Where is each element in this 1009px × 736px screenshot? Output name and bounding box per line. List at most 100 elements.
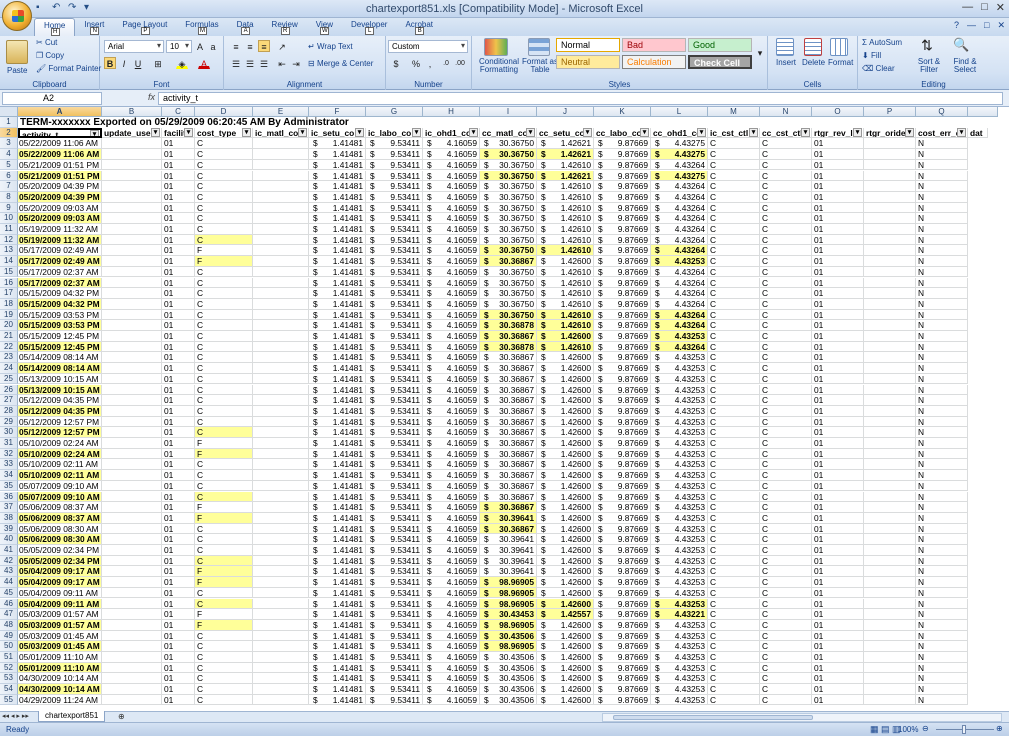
cost-value-cell[interactable]: 4.43253 $ xyxy=(651,384,708,396)
activity-date-cell[interactable]: 05/06/2009 08:37 AM xyxy=(18,512,102,524)
facility-cell[interactable]: 01 xyxy=(162,555,195,567)
cc-cst-ctl-cell[interactable]: C xyxy=(760,470,812,481)
ic-cst-ctl-cell[interactable]: C xyxy=(708,523,760,535)
row-header[interactable]: 22 xyxy=(0,341,18,353)
cost-value-cell[interactable]: 9.87669 $ xyxy=(594,598,651,610)
row-header[interactable]: 47 xyxy=(0,609,18,620)
cost-value-cell[interactable]: 4.43275 $ xyxy=(651,138,708,150)
cost-value-cell[interactable]: 4.16059 $ xyxy=(423,555,480,567)
rtgr-oride-cell[interactable] xyxy=(864,694,916,706)
cost-value-cell[interactable]: 1.42600 $ xyxy=(537,630,594,642)
qat-dropdown-icon[interactable]: ▾ xyxy=(84,2,96,14)
column-filter-header[interactable]: cost_err_c ▾ xyxy=(916,127,968,139)
activity-date-cell[interactable]: 05/04/2009 09:11 AM xyxy=(18,587,102,599)
cc-cst-ctl-cell[interactable]: C xyxy=(760,609,812,620)
cc-cst-ctl-cell[interactable]: C xyxy=(760,480,812,492)
facility-cell[interactable]: 01 xyxy=(162,288,195,299)
cc-cst-ctl-cell[interactable]: C xyxy=(760,288,812,299)
facility-cell[interactable]: 01 xyxy=(162,427,195,438)
zoom-slider-thumb[interactable] xyxy=(962,725,966,734)
cost-value-cell[interactable]: 9.53411 $ xyxy=(366,170,423,182)
font-name-combo[interactable]: Arial xyxy=(104,40,164,53)
column-filter-header[interactable]: activity_t ▾ xyxy=(18,127,102,139)
ic-cst-ctl-cell[interactable]: C xyxy=(708,191,760,203)
rtgr-oride-cell[interactable] xyxy=(864,149,916,160)
column-header-b[interactable]: B xyxy=(102,107,162,117)
ic-matl-cell[interactable] xyxy=(253,277,309,289)
cost-value-cell[interactable]: 9.87669 $ xyxy=(594,545,651,556)
filter-dropdown-icon[interactable]: ▾ xyxy=(526,127,535,137)
cost-value-cell[interactable]: 4.43264 $ xyxy=(651,277,708,289)
rtgr-oride-cell[interactable] xyxy=(864,245,916,257)
cost-err-cell[interactable]: N xyxy=(916,138,968,150)
ic-matl-cell[interactable] xyxy=(253,256,309,267)
column-header-k[interactable]: K xyxy=(594,107,651,117)
cost-err-cell[interactable]: N xyxy=(916,405,968,417)
update-user-cell[interactable] xyxy=(102,320,162,331)
cost-value-cell[interactable]: 1.41481 $ xyxy=(309,159,366,171)
row-header[interactable]: 5 xyxy=(0,159,18,171)
cost-value-cell[interactable]: 1.42600 $ xyxy=(537,694,594,706)
cost-value-cell[interactable]: 1.41481 $ xyxy=(309,373,366,385)
cut-button[interactable]: ✂ Cut xyxy=(36,38,57,47)
cost-type-cell[interactable]: C xyxy=(195,149,253,160)
cc-cst-ctl-cell[interactable]: C xyxy=(760,202,812,214)
rtgr-oride-cell[interactable] xyxy=(864,512,916,524)
name-box[interactable]: A2 xyxy=(2,92,102,105)
cost-value-cell[interactable]: 4.16059 $ xyxy=(423,502,480,513)
cost-value-cell[interactable]: 9.53411 $ xyxy=(366,159,423,171)
rtgr-rev-cell[interactable]: 01 xyxy=(812,309,864,321)
cost-value-cell[interactable]: 4.16059 $ xyxy=(423,363,480,374)
cc-cst-ctl-cell[interactable]: C xyxy=(760,619,812,631)
cost-value-cell[interactable]: 4.16059 $ xyxy=(423,512,480,524)
cost-value-cell[interactable]: 30.36750 $ xyxy=(480,149,537,160)
column-header-a[interactable]: A xyxy=(18,107,102,117)
cost-type-cell[interactable]: C xyxy=(195,213,253,224)
cost-value-cell[interactable]: 4.16059 $ xyxy=(423,213,480,224)
rtgr-rev-cell[interactable]: 01 xyxy=(812,245,864,257)
ic-cst-ctl-cell[interactable]: C xyxy=(708,673,760,685)
ic-cst-ctl-cell[interactable]: C xyxy=(708,566,760,578)
cost-value-cell[interactable]: 30.36867 $ xyxy=(480,523,537,535)
cost-value-cell[interactable]: 9.53411 $ xyxy=(366,277,423,289)
ic-matl-cell[interactable] xyxy=(253,523,309,535)
cost-value-cell[interactable]: 9.53411 $ xyxy=(366,587,423,599)
activity-date-cell[interactable]: 05/05/2009 02:34 PM xyxy=(18,555,102,567)
cost-err-cell[interactable]: N xyxy=(916,577,968,588)
cost-value-cell[interactable]: 4.43264 $ xyxy=(651,266,708,278)
activity-date-cell[interactable]: 04/30/2009 10:14 AM xyxy=(18,684,102,695)
update-user-cell[interactable] xyxy=(102,277,162,289)
rtgr-oride-cell[interactable] xyxy=(864,288,916,299)
ic-matl-cell[interactable] xyxy=(253,309,309,321)
ic-cst-ctl-cell[interactable]: C xyxy=(708,427,760,438)
activity-date-cell[interactable]: 05/15/2009 04:32 PM xyxy=(18,298,102,310)
ic-matl-cell[interactable] xyxy=(253,502,309,513)
new-sheet-icon[interactable]: ⊕ xyxy=(118,712,125,721)
cost-err-cell[interactable]: N xyxy=(916,213,968,224)
cost-value-cell[interactable]: 30.36867 $ xyxy=(480,384,537,396)
cost-value-cell[interactable]: 9.87669 $ xyxy=(594,480,651,492)
rtgr-oride-cell[interactable] xyxy=(864,673,916,685)
rtgr-oride-cell[interactable] xyxy=(864,138,916,150)
filter-dropdown-icon[interactable]: ▾ xyxy=(640,127,649,137)
cost-type-cell[interactable]: C xyxy=(195,459,253,471)
align-center-icon[interactable]: ☰ xyxy=(244,57,256,69)
cost-type-cell[interactable]: C xyxy=(195,363,253,374)
rtgr-oride-cell[interactable] xyxy=(864,502,916,513)
cost-value-cell[interactable]: 4.16059 $ xyxy=(423,159,480,171)
facility-cell[interactable]: 01 xyxy=(162,619,195,631)
ic-matl-cell[interactable] xyxy=(253,191,309,203)
cost-err-cell[interactable]: N xyxy=(916,694,968,706)
borders-icon[interactable]: ⊞ xyxy=(152,57,164,69)
facility-cell[interactable]: 01 xyxy=(162,213,195,224)
cost-err-cell[interactable]: N xyxy=(916,202,968,214)
cost-value-cell[interactable]: 1.41481 $ xyxy=(309,641,366,652)
cc-cst-ctl-cell[interactable]: C xyxy=(760,512,812,524)
rtgr-rev-cell[interactable]: 01 xyxy=(812,684,864,695)
cost-err-cell[interactable]: N xyxy=(916,256,968,267)
rtgr-rev-cell[interactable]: 01 xyxy=(812,224,864,235)
cost-value-cell[interactable]: 30.36867 $ xyxy=(480,256,537,267)
cost-value-cell[interactable]: 4.16059 $ xyxy=(423,459,480,471)
cost-value-cell[interactable]: 1.41481 $ xyxy=(309,331,366,342)
cost-value-cell[interactable]: 30.43506 $ xyxy=(480,684,537,695)
